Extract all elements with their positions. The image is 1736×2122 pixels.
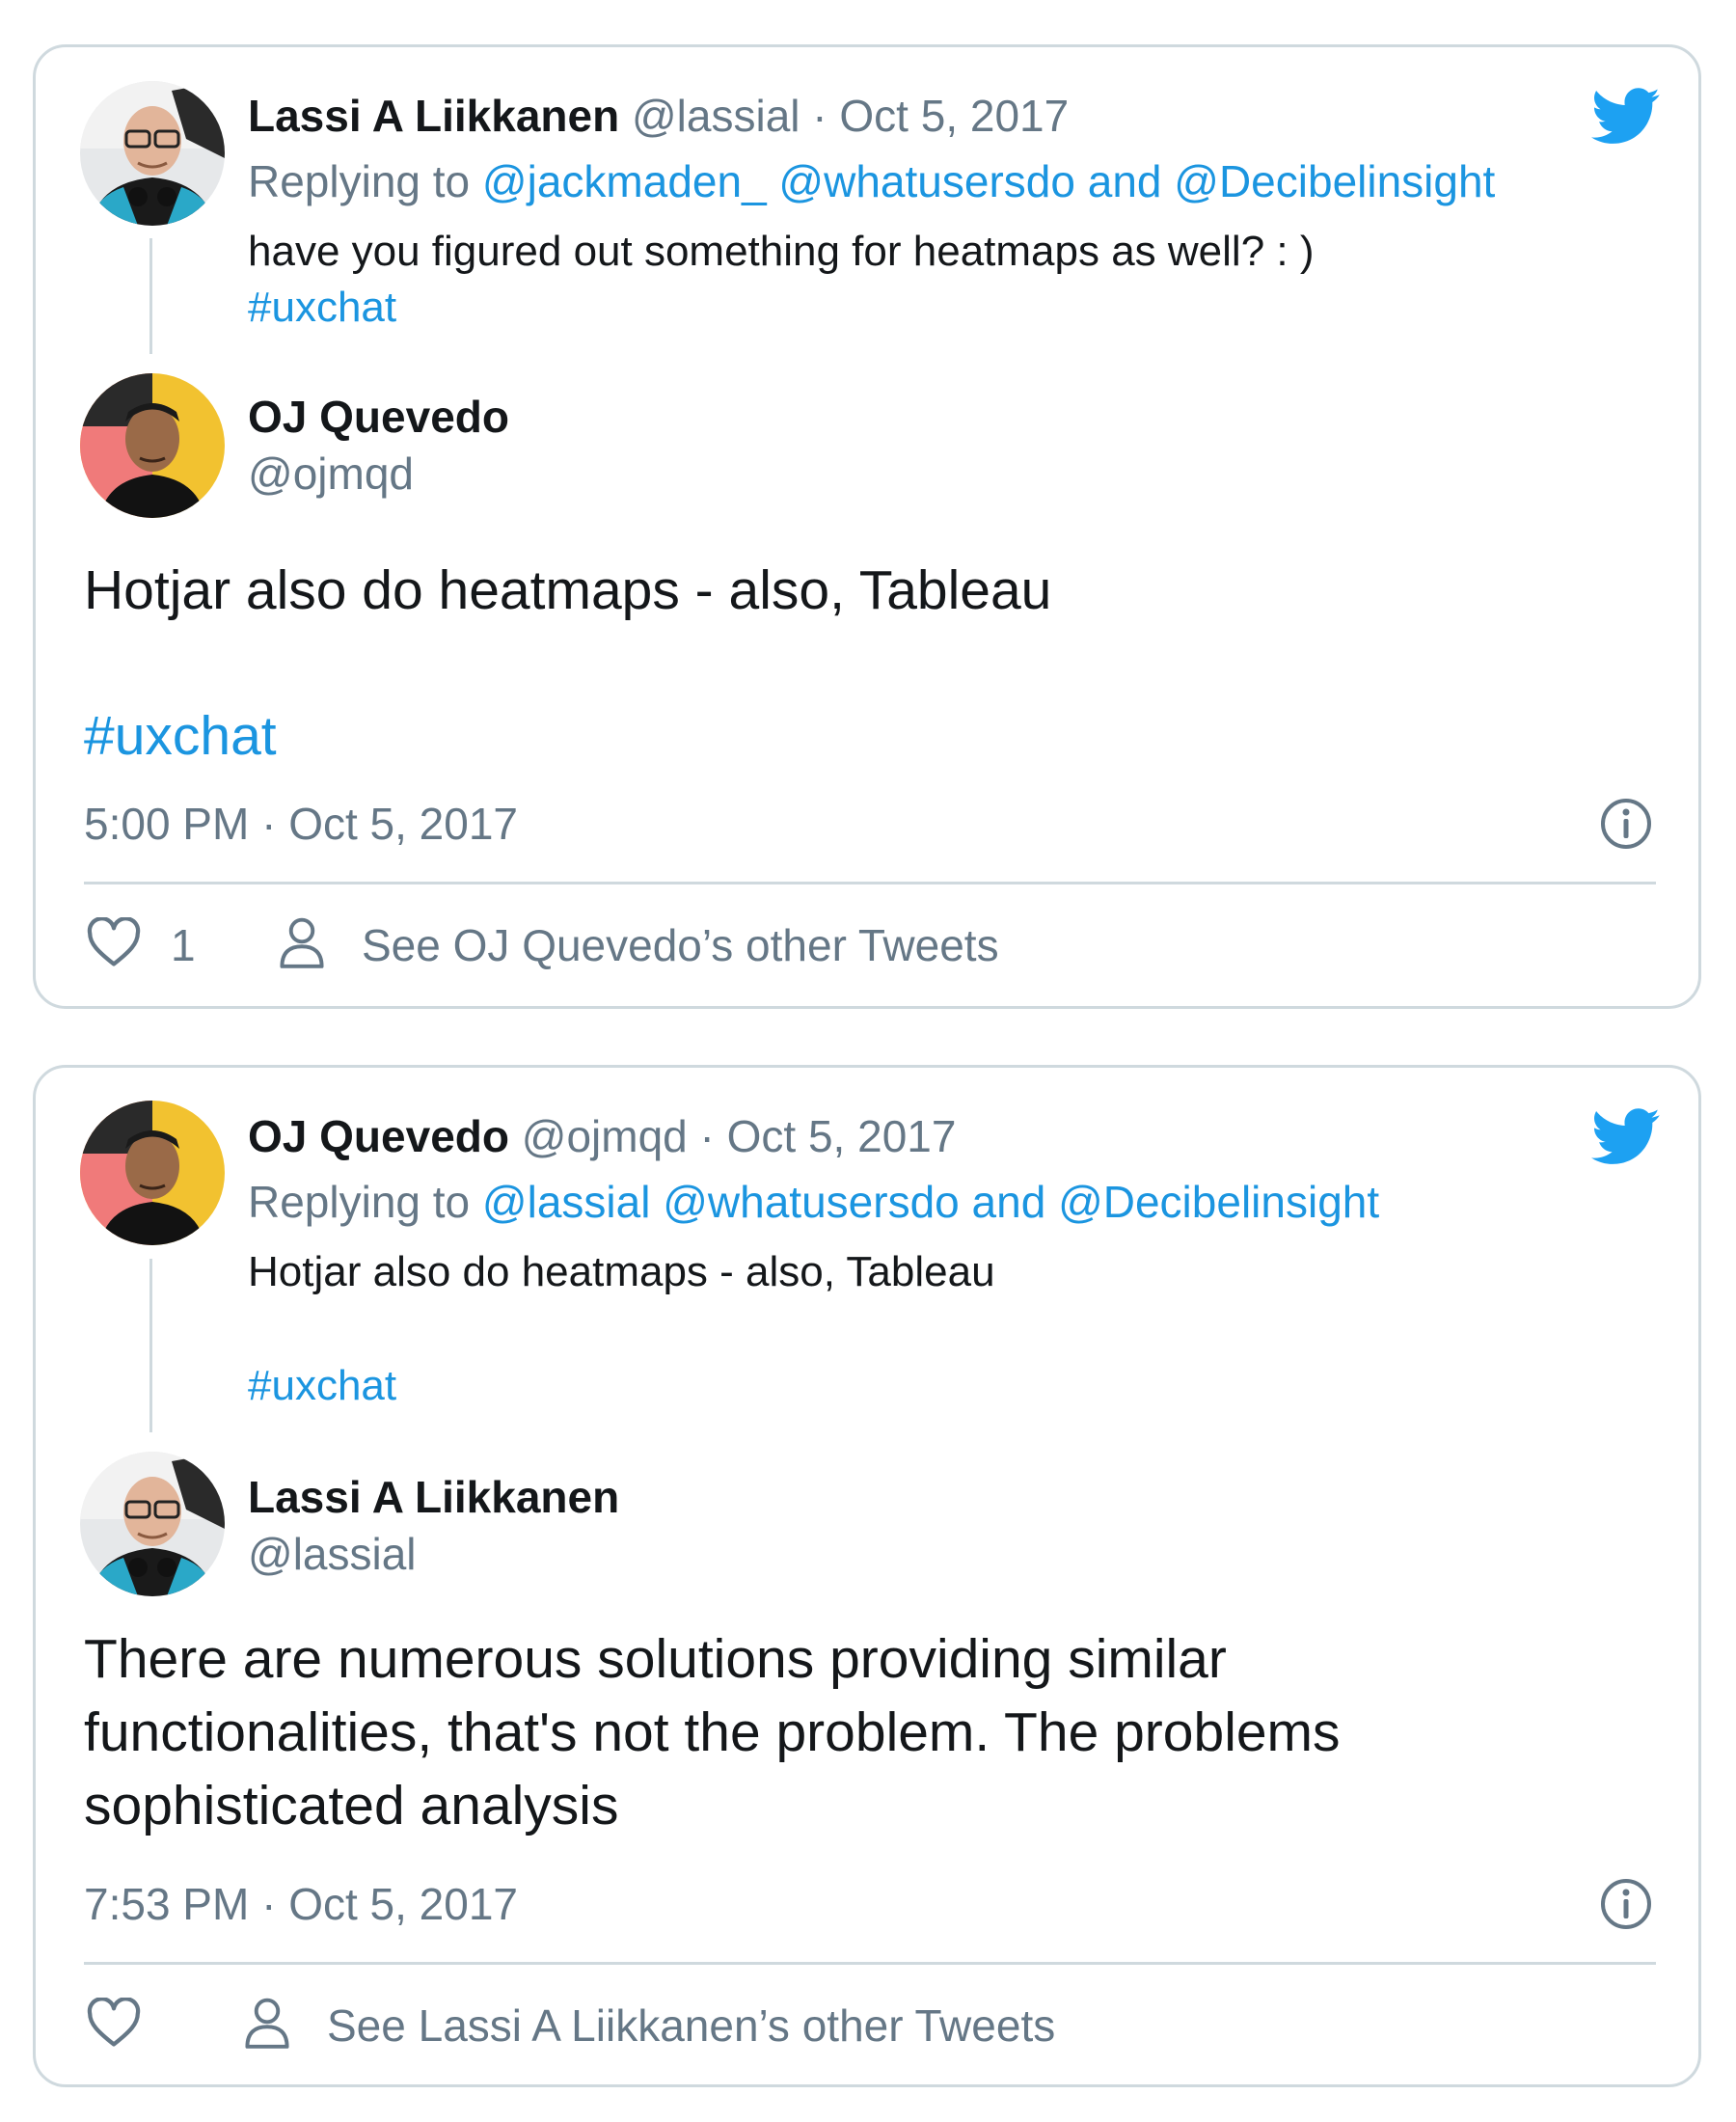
main-author-name[interactable]: Lassi A Liikkanen bbox=[248, 1471, 619, 1523]
context-text: Hotjar also do heatmaps - also, Tableau bbox=[248, 1248, 995, 1295]
replying-and: and bbox=[971, 1177, 1046, 1227]
context-hashtag[interactable]: #uxchat bbox=[248, 284, 396, 332]
replying-to: Replying to @lassial @whatusersdo and @D… bbox=[248, 1176, 1379, 1228]
context-text: have you figured out something for heatm… bbox=[248, 228, 1315, 275]
main-author-handle[interactable]: @ojmqd bbox=[248, 448, 414, 500]
replying-last-handle[interactable]: @Decibelinsight bbox=[1174, 156, 1495, 206]
tweet-timestamp[interactable]: 5:00 PM · Oct 5, 2017 bbox=[84, 798, 518, 850]
twitter-bird-icon[interactable] bbox=[1590, 1108, 1662, 1166]
main-tweet-text: Hotjar also do heatmaps - also, Tableau bbox=[84, 559, 1052, 621]
replying-handles[interactable]: @jackmaden_ @whatusersdo bbox=[482, 156, 1075, 206]
divider bbox=[84, 1962, 1656, 1965]
tweet-card-1: Lassi A Liikkanen @lassial · Oct 5, 2017… bbox=[33, 44, 1701, 1009]
context-author-handle[interactable]: @lassial bbox=[632, 91, 800, 141]
avatar-oj[interactable] bbox=[80, 373, 225, 518]
replying-prefix: Replying to bbox=[248, 1177, 471, 1227]
like-count: 1 bbox=[171, 920, 196, 970]
dot-separator: · bbox=[812, 91, 827, 141]
avatar-lassi[interactable] bbox=[80, 1452, 225, 1596]
twitter-bird-icon[interactable] bbox=[1590, 88, 1662, 146]
tweet-card-2: OJ Quevedo @ojmqd · Oct 5, 2017 Replying… bbox=[33, 1065, 1701, 2087]
dot-separator: · bbox=[699, 1111, 715, 1161]
heart-icon[interactable] bbox=[86, 1997, 142, 2053]
context-header: Lassi A Liikkanen @lassial · Oct 5, 2017 bbox=[248, 90, 1069, 142]
context-date[interactable]: Oct 5, 2017 bbox=[727, 1111, 957, 1161]
context-author-handle[interactable]: @ojmqd bbox=[522, 1111, 688, 1161]
context-header: OJ Quevedo @ojmqd · Oct 5, 2017 bbox=[248, 1110, 956, 1162]
thread-line bbox=[149, 238, 152, 354]
replying-and: and bbox=[1087, 156, 1162, 206]
tweet-timestamp[interactable]: 7:53 PM · Oct 5, 2017 bbox=[84, 1878, 518, 1930]
main-author-name[interactable]: OJ Quevedo bbox=[248, 391, 509, 443]
person-icon[interactable] bbox=[277, 915, 327, 976]
replying-handles[interactable]: @lassial @whatusersdo bbox=[482, 1177, 960, 1227]
info-icon[interactable] bbox=[1600, 1878, 1652, 1930]
replying-to: Replying to @jackmaden_ @whatusersdo and… bbox=[248, 155, 1495, 207]
info-icon[interactable] bbox=[1600, 798, 1652, 850]
context-author-name[interactable]: Lassi A Liikkanen bbox=[248, 91, 619, 141]
person-icon[interactable] bbox=[242, 1996, 292, 2056]
main-tweet-text-line-3: sophisticated analysis bbox=[84, 1775, 619, 1836]
see-other-tweets-link[interactable]: See Lassi A Liikkanen’s other Tweets bbox=[327, 2000, 1055, 2052]
avatar-oj[interactable] bbox=[80, 1101, 225, 1245]
thread-line bbox=[149, 1259, 152, 1432]
avatar-lassi[interactable] bbox=[80, 81, 225, 226]
main-tweet-text-line-2: functionalities, that's not the problem.… bbox=[84, 1701, 1341, 1763]
main-tweet-text-line-1: There are numerous solutions providing s… bbox=[84, 1628, 1227, 1690]
context-hashtag[interactable]: #uxchat bbox=[248, 1362, 396, 1410]
heart-icon[interactable] bbox=[86, 916, 142, 972]
see-other-tweets-link[interactable]: See OJ Quevedo’s other Tweets bbox=[362, 919, 999, 971]
main-author-handle[interactable]: @lassial bbox=[248, 1528, 417, 1580]
context-date[interactable]: Oct 5, 2017 bbox=[839, 91, 1069, 141]
divider bbox=[84, 882, 1656, 884]
context-author-name[interactable]: OJ Quevedo bbox=[248, 1111, 509, 1161]
main-tweet-hashtag[interactable]: #uxchat bbox=[84, 699, 277, 773]
replying-prefix: Replying to bbox=[248, 156, 471, 206]
replying-last-handle[interactable]: @Decibelinsight bbox=[1058, 1177, 1379, 1227]
